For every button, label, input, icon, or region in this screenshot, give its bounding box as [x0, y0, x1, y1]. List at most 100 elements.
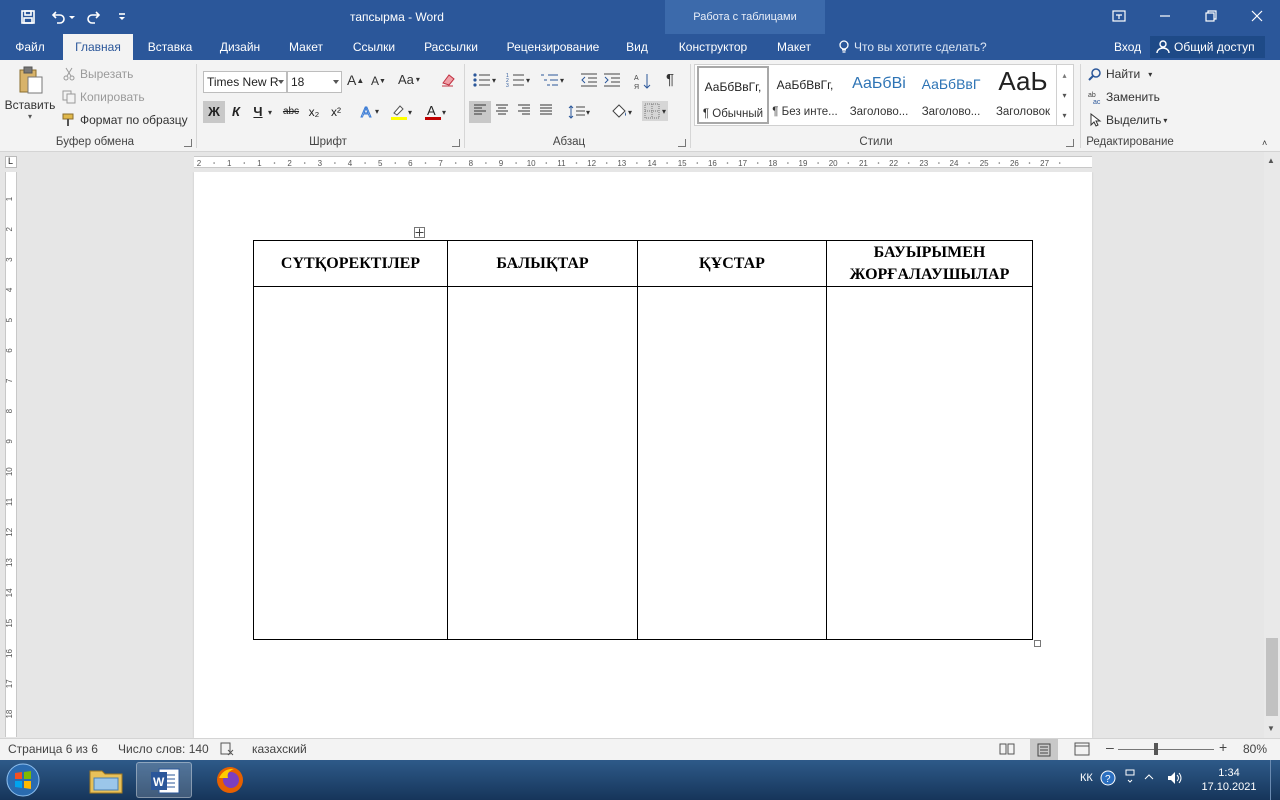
zoom-slider[interactable]: [1118, 749, 1214, 750]
text-effects-button[interactable]: A ▾: [359, 103, 380, 120]
scroll-up-icon[interactable]: ▲: [1267, 156, 1275, 165]
document-area[interactable]: СҮТҚОРЕКТІЛЕР БАЛЫҚТАР ҚҰСТАР БАУЫРЫМЕН …: [20, 172, 1264, 738]
input-language[interactable]: КК: [1080, 772, 1093, 784]
bold-button[interactable]: Ж: [203, 101, 225, 123]
font-launcher-icon[interactable]: [452, 139, 460, 147]
shrink-font-button[interactable]: A ▼: [371, 74, 386, 88]
save-icon[interactable]: [18, 7, 38, 27]
highlight-button[interactable]: ▾: [390, 103, 412, 121]
ribbon-display-options-icon[interactable]: [1096, 0, 1142, 32]
print-layout-icon[interactable]: [1030, 739, 1058, 760]
minimize-icon[interactable]: [1142, 0, 1188, 32]
page-count[interactable]: Страница 6 из 6: [8, 742, 98, 756]
font-size-field[interactable]: 18: [287, 71, 342, 93]
clear-formatting-button[interactable]: [440, 72, 456, 88]
style-no-spacing[interactable]: АаБбВвГг, ¶ Без инте...: [769, 66, 841, 124]
style-title[interactable]: АаЬ Заголовок: [987, 66, 1059, 124]
font-size-dropdown-icon[interactable]: [333, 80, 339, 84]
language-indicator[interactable]: казахский: [252, 742, 307, 756]
styles-launcher-icon[interactable]: [1066, 139, 1074, 147]
multilevel-list-button[interactable]: ▾: [540, 72, 564, 88]
tab-table-design[interactable]: Конструктор: [670, 34, 756, 60]
line-spacing-button[interactable]: ▾: [568, 104, 590, 120]
tab-view[interactable]: Вид: [618, 34, 656, 60]
format-painter-button[interactable]: Формат по образцу: [62, 111, 188, 129]
web-layout-icon[interactable]: [1074, 742, 1090, 759]
data-table[interactable]: СҮТҚОРЕКТІЛЕР БАЛЫҚТАР ҚҰСТАР БАУЫРЫМЕН …: [253, 240, 1033, 640]
zoom-slider-thumb[interactable]: [1154, 743, 1158, 755]
help-tray-icon[interactable]: ?: [1100, 770, 1116, 789]
tab-references[interactable]: Ссылки: [344, 34, 404, 60]
font-color-button[interactable]: A ▾: [424, 103, 446, 121]
style-heading-1[interactable]: АаБбВі Заголово...: [843, 66, 915, 124]
paragraph-launcher-icon[interactable]: [678, 139, 686, 147]
sort-button[interactable]: AЯ: [634, 72, 652, 90]
table-move-handle-icon[interactable]: [414, 227, 425, 238]
table-cell[interactable]: [637, 286, 827, 640]
superscript-button[interactable]: x²: [325, 101, 347, 123]
scroll-down-icon[interactable]: ▼: [1267, 724, 1275, 733]
proofing-icon[interactable]: [220, 742, 234, 759]
align-center-button[interactable]: [491, 101, 513, 123]
tab-review[interactable]: Рецензирование: [498, 34, 608, 60]
underline-button[interactable]: Ч: [247, 101, 269, 123]
word-count[interactable]: Число слов: 140: [118, 742, 209, 756]
paste-button[interactable]: Вставить ▾: [4, 64, 56, 130]
styles-more-icon[interactable]: ▾: [1056, 105, 1072, 125]
collapse-ribbon-icon[interactable]: ˄: [1262, 138, 1267, 148]
select-button[interactable]: Выделить ▾: [1088, 111, 1167, 129]
show-hidden-icons[interactable]: [1144, 772, 1154, 785]
cut-button[interactable]: Вырезать: [62, 65, 133, 83]
close-icon[interactable]: [1234, 0, 1280, 32]
tab-design[interactable]: Дизайн: [212, 34, 268, 60]
taskbar-firefox[interactable]: [202, 762, 258, 798]
start-button[interactable]: [6, 763, 46, 797]
vertical-scrollbar[interactable]: ▲ ▼: [1264, 152, 1280, 738]
redo-icon[interactable]: [84, 7, 104, 27]
tab-layout[interactable]: Макет: [280, 34, 332, 60]
strikethrough-button[interactable]: abc: [280, 101, 302, 123]
taskbar-word[interactable]: W: [136, 762, 192, 798]
increase-indent-button[interactable]: [603, 72, 621, 88]
align-left-button[interactable]: [469, 101, 491, 123]
find-button[interactable]: Найти ▾: [1088, 65, 1152, 83]
italic-button[interactable]: К: [225, 101, 247, 123]
volume-icon[interactable]: [1166, 770, 1184, 789]
table-cell[interactable]: [447, 286, 638, 640]
tab-table-layout[interactable]: Макет: [766, 34, 822, 60]
underline-dropdown-icon[interactable]: ▾: [268, 108, 272, 117]
tell-me-search[interactable]: Что вы хотите сделать?: [838, 34, 987, 60]
scroll-thumb[interactable]: [1266, 638, 1278, 716]
font-name-dropdown-icon[interactable]: [278, 80, 284, 84]
table-header-cell[interactable]: БАУЫРЫМЕН ЖОРҒАЛАУШЫЛАР: [826, 240, 1033, 287]
grow-font-button[interactable]: A ▲: [347, 72, 364, 88]
zoom-level[interactable]: 80%: [1243, 742, 1267, 756]
table-cell[interactable]: [826, 286, 1033, 640]
horizontal-ruler[interactable]: 2 1 1 2 3 4 5 6 7 8 9 10 11 12 13 14 15 16 17 18 19 20 21 22 23 2…: [0, 152, 1280, 172]
styles-scroll-up-icon[interactable]: ▴: [1056, 65, 1072, 85]
bullets-button[interactable]: ▾: [472, 72, 496, 88]
show-marks-button[interactable]: ¶: [666, 71, 674, 88]
tab-selector[interactable]: L: [5, 156, 17, 168]
undo-dropdown-icon[interactable]: [66, 7, 78, 27]
style-heading-2[interactable]: АаБбВвГ Заголово...: [915, 66, 987, 124]
change-case-button[interactable]: Aa ▾: [398, 72, 420, 87]
vertical-ruler[interactable]: 123456789101112131415161718: [5, 172, 17, 737]
zoom-in-button[interactable]: +: [1219, 739, 1227, 755]
show-desktop-button[interactable]: [1270, 760, 1280, 800]
borders-button[interactable]: ▾: [642, 101, 669, 121]
shading-button[interactable]: ▾: [610, 103, 632, 121]
read-mode-icon[interactable]: [999, 742, 1015, 759]
customize-qat-icon[interactable]: [112, 7, 132, 27]
styles-scroll-down-icon[interactable]: ▾: [1056, 85, 1072, 105]
input-options-icon[interactable]: [1124, 768, 1136, 789]
subscript-button[interactable]: x₂: [303, 101, 325, 123]
copy-button[interactable]: Копировать: [62, 88, 145, 106]
justify-button[interactable]: [535, 101, 557, 123]
zoom-out-button[interactable]: –: [1106, 739, 1114, 755]
system-clock[interactable]: 1:34 17.10.2021: [1196, 766, 1262, 794]
taskbar-explorer[interactable]: [78, 762, 134, 798]
tab-home[interactable]: Главная: [63, 34, 133, 60]
document-page[interactable]: СҮТҚОРЕКТІЛЕР БАЛЫҚТАР ҚҰСТАР БАУЫРЫМЕН …: [194, 172, 1092, 738]
font-name-field[interactable]: Times New R: [203, 71, 287, 93]
